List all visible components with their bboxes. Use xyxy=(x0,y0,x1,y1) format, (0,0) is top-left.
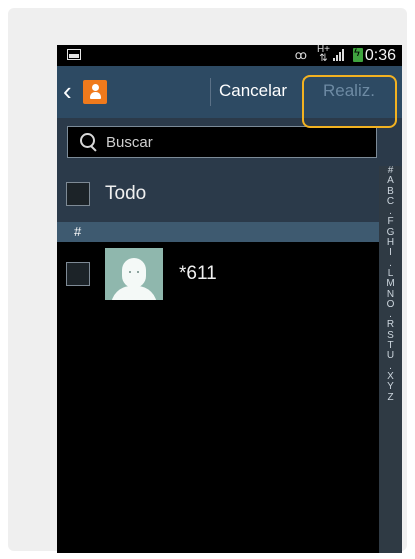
search-input[interactable] xyxy=(106,131,366,153)
select-all-label: Todo xyxy=(105,183,147,204)
network-type: H+ xyxy=(316,45,330,55)
index-letter[interactable]: Y xyxy=(379,381,402,392)
contact-checkbox[interactable] xyxy=(66,262,90,286)
divider xyxy=(210,78,211,106)
cancel-button[interactable]: Cancelar xyxy=(219,81,287,101)
screenshot-icon xyxy=(67,49,81,60)
signal-icon xyxy=(333,49,347,61)
clock: 0:36 xyxy=(364,47,396,64)
status-bar: ꝏ H+⇅ 0:36 xyxy=(57,45,402,66)
avatar xyxy=(105,248,163,300)
select-all-row[interactable]: Todo xyxy=(57,166,402,222)
contact-name: *611 xyxy=(179,263,217,284)
search-box[interactable] xyxy=(67,126,377,158)
section-header-label: # xyxy=(74,224,82,239)
back-icon[interactable]: ‹ xyxy=(63,77,79,105)
select-all-checkbox[interactable] xyxy=(66,182,90,206)
network-icon: H+ ⇅ xyxy=(316,45,330,64)
vibrate-icon: ꝏ xyxy=(294,48,307,62)
highlight-box xyxy=(302,75,397,128)
search-icon xyxy=(80,133,98,151)
section-header: # xyxy=(57,222,402,242)
alphabet-index[interactable]: # A B C. F G H I. L M N O. R S T U. X Y Z xyxy=(379,165,402,553)
battery-charging-icon xyxy=(353,47,363,62)
contacts-icon xyxy=(83,80,107,104)
screenshot-frame: ꝏ H+⇅ 0:36 ‹ Cancelar Realiz. xyxy=(8,8,407,553)
contact-row[interactable]: *611 xyxy=(57,242,402,304)
index-letter[interactable]: Z xyxy=(379,392,402,403)
